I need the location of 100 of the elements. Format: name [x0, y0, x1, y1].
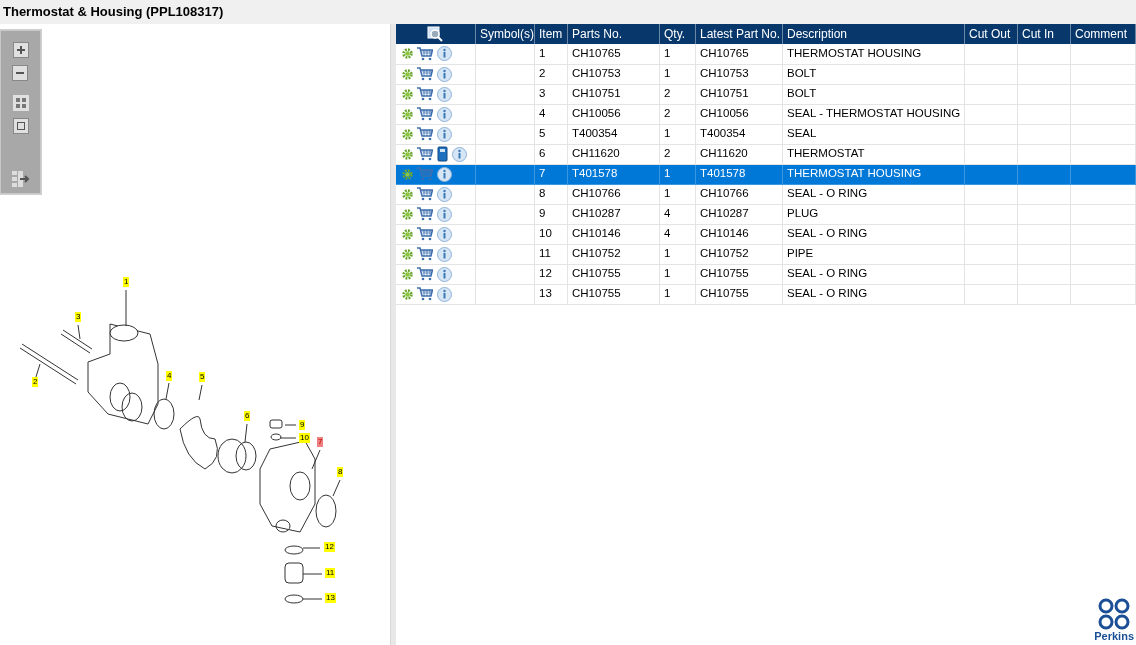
cart-icon[interactable] [416, 187, 433, 201]
table-row[interactable]: 3 CH10751 2 CH10751 BOLT [395, 84, 1136, 104]
table-cell: 9 [534, 204, 568, 224]
square-icon[interactable] [13, 118, 29, 134]
info-icon[interactable] [436, 286, 452, 302]
gear-icon[interactable] [401, 128, 413, 140]
grid-icon[interactable] [13, 95, 29, 111]
gear-icon[interactable] [401, 68, 413, 80]
gear-icon[interactable] [401, 148, 413, 160]
table-row[interactable]: 6 CH11620 2 CH11620 THERMOSTAT [395, 144, 1136, 164]
cart-icon[interactable] [416, 147, 433, 161]
gear-icon[interactable] [401, 188, 413, 200]
callout-label[interactable]: 6 [244, 411, 251, 421]
info-icon[interactable] [436, 106, 452, 122]
info-icon[interactable] [436, 126, 452, 142]
info-icon[interactable] [436, 206, 452, 222]
table-cell: 1 [534, 44, 568, 64]
table-cell: CH10056 [567, 104, 660, 124]
table-row[interactable]: 8 CH10766 1 CH10766 SEAL - O RING [395, 184, 1136, 204]
table-row[interactable]: 10 CH10146 4 CH10146 SEAL - O RING [395, 224, 1136, 244]
info-icon[interactable] [436, 186, 452, 202]
table-cell: CH10287 [567, 204, 660, 224]
cart-icon[interactable] [416, 87, 433, 101]
table-cell: 13 [534, 284, 568, 304]
gear-icon[interactable] [401, 288, 413, 300]
table-cell: T401578 [695, 164, 783, 184]
gear-icon[interactable] [401, 88, 413, 100]
table-cell: THERMOSTAT HOUSING [782, 44, 965, 64]
table-row[interactable]: 4 CH10056 2 CH10056 SEAL - THERMOSTAT HOUSING [395, 104, 1136, 124]
knot-logo-icon [1097, 598, 1132, 630]
table-cell: 2 [534, 64, 568, 84]
table-cell: 1 [659, 184, 696, 204]
zoom-in-icon[interactable] [13, 42, 30, 59]
table-cell: T400354 [567, 124, 660, 144]
table-row[interactable]: 9 CH10287 4 CH10287 PLUG [395, 204, 1136, 224]
table-cell: CH10752 [695, 244, 783, 264]
table-row[interactable]: 2 CH10753 1 CH10753 BOLT [395, 64, 1136, 84]
book-icon[interactable] [436, 146, 448, 162]
table-cell: CH10765 [695, 44, 783, 64]
info-icon[interactable] [436, 226, 452, 242]
info-icon[interactable] [436, 246, 452, 262]
info-icon[interactable] [436, 166, 452, 182]
cart-icon[interactable] [416, 107, 433, 121]
table-row[interactable]: 13 CH10755 1 CH10755 SEAL - O RING [395, 284, 1136, 304]
cart-icon[interactable] [416, 207, 433, 221]
table-cell: CH10146 [695, 224, 783, 244]
table-cell: 7 [534, 164, 568, 184]
callout-label[interactable]: 12 [324, 542, 335, 552]
search-icon[interactable] [427, 26, 444, 42]
table-cell: 4 [659, 204, 696, 224]
table-cell: CH10751 [567, 84, 660, 104]
table-row[interactable]: 5 T400354 1 T400354 SEAL [395, 124, 1136, 144]
gear-icon[interactable] [401, 48, 413, 60]
info-icon[interactable] [436, 46, 452, 62]
info-icon[interactable] [436, 86, 452, 102]
callout-label[interactable]: 5 [199, 372, 206, 382]
table-row[interactable]: 1 CH10765 1 CH10765 THERMOSTAT HOUSING [395, 44, 1136, 64]
callout-label[interactable]: 11 [325, 568, 336, 578]
table-cell: 4 [659, 224, 696, 244]
info-icon[interactable] [436, 266, 452, 282]
cart-icon[interactable] [416, 127, 433, 141]
callout-label[interactable]: 13 [325, 593, 336, 603]
gear-icon[interactable] [401, 248, 413, 260]
table-cell: CH11620 [567, 144, 660, 164]
panel-arrow-icon[interactable] [12, 171, 31, 187]
cart-icon[interactable] [416, 67, 433, 81]
table-cell: CH10766 [695, 184, 783, 204]
table-row[interactable]: 11 CH10752 1 CH10752 PIPE [395, 244, 1136, 264]
cart-icon[interactable] [416, 46, 433, 61]
table-cell: 2 [659, 144, 696, 164]
info-icon[interactable] [436, 66, 452, 82]
info-icon[interactable] [451, 146, 467, 162]
callout-label[interactable]: 3 [75, 312, 82, 322]
zoom-out-icon[interactable] [12, 65, 29, 82]
table-cell: 5 [534, 124, 568, 144]
callout-label[interactable]: 2 [32, 377, 39, 387]
table-row[interactable]: 12 CH10755 1 CH10755 SEAL - O RING [395, 264, 1136, 284]
gear-icon[interactable] [401, 208, 413, 220]
gear-icon[interactable] [401, 228, 413, 240]
gear-icon[interactable] [401, 108, 413, 120]
table-cell: 4 [534, 104, 568, 124]
gear-icon[interactable] [401, 268, 413, 280]
cart-icon[interactable] [416, 247, 433, 261]
callout-label[interactable]: 4 [166, 371, 173, 381]
window-title: Thermostat & Housing (PPL108317) [3, 3, 224, 22]
table-cell: SEAL - O RING [782, 284, 965, 304]
table-cell: SEAL - O RING [782, 264, 965, 284]
cart-icon[interactable] [416, 287, 433, 301]
table-cell: THERMOSTAT HOUSING [782, 164, 965, 184]
table-cell: CH10755 [567, 284, 660, 304]
table-cell: 1 [659, 244, 696, 264]
table-cell: CH10287 [695, 204, 783, 224]
callout-label[interactable]: 8 [337, 467, 344, 477]
callout-label[interactable]: 1 [123, 277, 130, 287]
cart-icon[interactable] [416, 227, 433, 241]
table-cell: CH10766 [567, 184, 660, 204]
cart-icon[interactable] [416, 267, 433, 281]
table-row[interactable]: 7 T401578 1 T401578 THERMOSTAT HOUSING [395, 164, 1136, 184]
callout-label[interactable]: 9 [299, 420, 306, 430]
callout-label[interactable]: 10 [299, 433, 310, 443]
